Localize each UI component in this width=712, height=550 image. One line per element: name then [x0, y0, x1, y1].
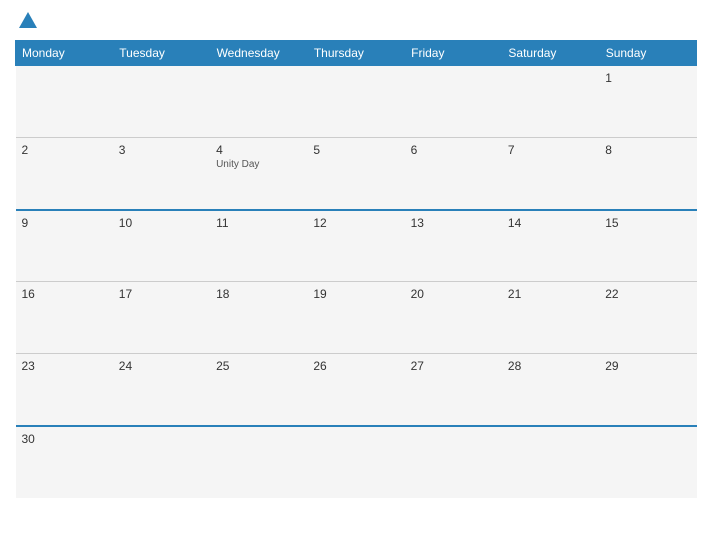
- day-cell: [307, 66, 404, 138]
- day-number: 16: [22, 287, 107, 301]
- day-cell: 10: [113, 210, 210, 282]
- day-cell: 2: [16, 138, 113, 210]
- day-number: 25: [216, 359, 301, 373]
- day-cell: 24: [113, 354, 210, 426]
- day-cell: [405, 66, 502, 138]
- day-number: 14: [508, 216, 593, 230]
- day-cell: 19: [307, 282, 404, 354]
- logo-icon: [17, 10, 39, 32]
- day-cell: [210, 66, 307, 138]
- day-cell: 7: [502, 138, 599, 210]
- weekday-header-row: MondayTuesdayWednesdayThursdayFridaySatu…: [16, 41, 697, 66]
- weekday-header-thursday: Thursday: [307, 41, 404, 66]
- day-number: 3: [119, 143, 204, 157]
- week-row-3: 16 17 18 19 20 21 22: [16, 282, 697, 354]
- day-cell: 23: [16, 354, 113, 426]
- day-cell: 28: [502, 354, 599, 426]
- week-row-1: 234 Unity Day 5678: [16, 138, 697, 210]
- day-cell: 26: [307, 354, 404, 426]
- day-cell: 18: [210, 282, 307, 354]
- day-cell: 16: [16, 282, 113, 354]
- week-row-2: 9 10 11 12 13 14 15: [16, 210, 697, 282]
- weekday-header-sunday: Sunday: [599, 41, 696, 66]
- header: [15, 10, 697, 32]
- day-number: 1: [605, 71, 690, 85]
- day-number: 13: [411, 216, 496, 230]
- weekday-header-wednesday: Wednesday: [210, 41, 307, 66]
- day-cell: 8: [599, 138, 696, 210]
- weekday-header-tuesday: Tuesday: [113, 41, 210, 66]
- day-cell: 22: [599, 282, 696, 354]
- day-number: 4: [216, 143, 301, 157]
- day-number: 24: [119, 359, 204, 373]
- day-number: 5: [313, 143, 398, 157]
- day-cell: [502, 426, 599, 498]
- weekday-header-saturday: Saturday: [502, 41, 599, 66]
- day-number: 19: [313, 287, 398, 301]
- day-number: 18: [216, 287, 301, 301]
- day-number: 28: [508, 359, 593, 373]
- day-number: 9: [22, 216, 107, 230]
- day-cell: 14: [502, 210, 599, 282]
- day-number: 29: [605, 359, 690, 373]
- day-cell: [307, 426, 404, 498]
- day-cell: 12: [307, 210, 404, 282]
- day-cell: 3: [113, 138, 210, 210]
- day-cell: 1: [599, 66, 696, 138]
- day-cell: [599, 426, 696, 498]
- day-number: 10: [119, 216, 204, 230]
- day-cell: [210, 426, 307, 498]
- day-cell: 20: [405, 282, 502, 354]
- day-number: 23: [22, 359, 107, 373]
- day-cell: 17: [113, 282, 210, 354]
- day-cell: 21: [502, 282, 599, 354]
- day-cell: [16, 66, 113, 138]
- day-number: 26: [313, 359, 398, 373]
- day-number: 20: [411, 287, 496, 301]
- weekday-header-friday: Friday: [405, 41, 502, 66]
- day-cell: [405, 426, 502, 498]
- day-number: 27: [411, 359, 496, 373]
- day-cell: 27: [405, 354, 502, 426]
- day-cell: 11: [210, 210, 307, 282]
- day-cell: [502, 66, 599, 138]
- calendar-page: MondayTuesdayWednesdayThursdayFridaySatu…: [0, 0, 712, 550]
- day-number: 15: [605, 216, 690, 230]
- day-number: 2: [22, 143, 107, 157]
- day-number: 21: [508, 287, 593, 301]
- day-cell: 6: [405, 138, 502, 210]
- weekday-header-monday: Monday: [16, 41, 113, 66]
- week-row-4: 23 24 25 26 27 28 29: [16, 354, 697, 426]
- day-cell: [113, 66, 210, 138]
- day-cell: 13: [405, 210, 502, 282]
- calendar-header: MondayTuesdayWednesdayThursdayFridaySatu…: [16, 41, 697, 66]
- day-number: 12: [313, 216, 398, 230]
- day-cell: 4 Unity Day: [210, 138, 307, 210]
- day-number: 8: [605, 143, 690, 157]
- logo: [15, 10, 41, 32]
- day-number: 11: [216, 216, 301, 230]
- day-cell: 30: [16, 426, 113, 498]
- day-cell: 25: [210, 354, 307, 426]
- day-number: 22: [605, 287, 690, 301]
- day-cell: 15: [599, 210, 696, 282]
- day-number: 17: [119, 287, 204, 301]
- week-row-5: 30: [16, 426, 697, 498]
- holiday-label: Unity Day: [216, 159, 301, 170]
- day-number: 6: [411, 143, 496, 157]
- day-cell: [113, 426, 210, 498]
- calendar-table: MondayTuesdayWednesdayThursdayFridaySatu…: [15, 40, 697, 498]
- calendar-body: 1234Unity Day567891011121314151617181920…: [16, 66, 697, 498]
- week-row-0: 1: [16, 66, 697, 138]
- day-cell: 5: [307, 138, 404, 210]
- day-cell: 29: [599, 354, 696, 426]
- day-number: 7: [508, 143, 593, 157]
- day-number: 30: [22, 432, 107, 446]
- day-cell: 9: [16, 210, 113, 282]
